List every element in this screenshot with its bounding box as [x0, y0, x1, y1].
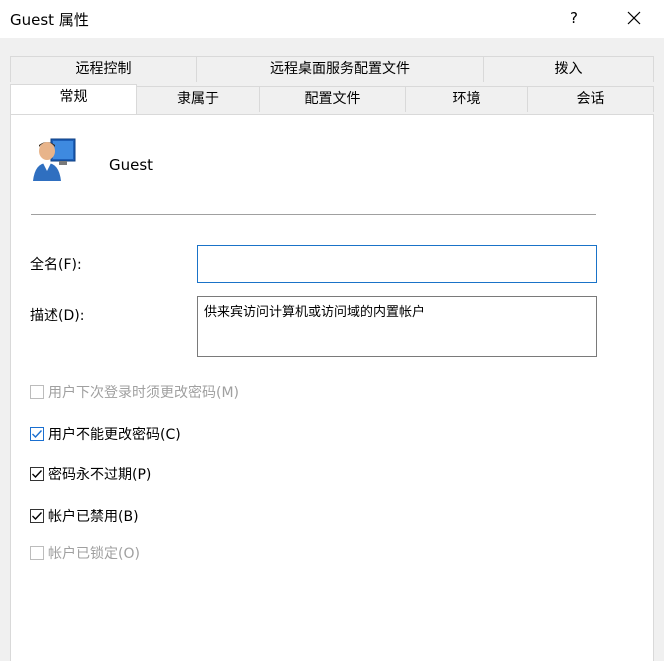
checkbox-label: 用户不能更改密码(C)	[48, 427, 181, 443]
checkbox-box[interactable]	[30, 509, 44, 523]
divider	[31, 214, 596, 215]
checkbox-label: 帐户已禁用(B)	[48, 509, 139, 525]
fullname-label: 全名(F):	[30, 257, 82, 273]
general-panel: Guest 全名(F): 描述(D): 供来宾访问计算机或访问域的内置帐户 用户…	[10, 114, 654, 661]
checkbox-password-never-expires[interactable]: 密码永不过期(P)	[30, 464, 151, 484]
description-field[interactable]: 供来宾访问计算机或访问域的内置帐户	[197, 296, 597, 357]
title-bar: Guest 属性 ?	[0, 0, 664, 38]
checkmark-icon	[32, 512, 43, 521]
checkbox-label: 帐户已锁定(O)	[48, 546, 140, 562]
checkbox-label: 密码永不过期(P)	[48, 467, 152, 483]
checkmark-icon	[32, 430, 43, 439]
tab-general[interactable]: 常规	[10, 84, 137, 114]
user-name: Guest	[109, 156, 154, 174]
checkbox-box[interactable]	[30, 385, 44, 399]
tab-environment[interactable]: 环境	[405, 86, 528, 112]
tab-member-of[interactable]: 隶属于	[136, 86, 260, 112]
tab-remote-control[interactable]: 远程控制	[10, 56, 197, 82]
checkbox-account-locked[interactable]: 帐户已锁定(O)	[30, 543, 140, 563]
checkbox-cannot-change-password[interactable]: 用户不能更改密码(C)	[30, 424, 181, 444]
tab-sessions[interactable]: 会话	[527, 86, 654, 112]
tab-profile[interactable]: 配置文件	[259, 86, 406, 112]
fullname-field[interactable]	[197, 245, 597, 283]
checkmark-icon	[32, 470, 43, 479]
checkbox-account-disabled[interactable]: 帐户已禁用(B)	[30, 506, 139, 526]
window-title: Guest 属性	[10, 11, 89, 29]
user-icon	[33, 138, 76, 181]
checkbox-box[interactable]	[30, 546, 44, 560]
checkbox-box[interactable]	[30, 427, 44, 441]
help-button[interactable]: ?	[562, 5, 586, 31]
description-label: 描述(D):	[30, 308, 85, 324]
tab-rds-profile[interactable]: 远程桌面服务配置文件	[196, 56, 484, 82]
close-button[interactable]	[620, 5, 648, 31]
tab-dial-in[interactable]: 拨入	[483, 56, 654, 82]
checkbox-label: 用户下次登录时须更改密码(M)	[48, 385, 240, 401]
checkbox-must-change-password[interactable]: 用户下次登录时须更改密码(M)	[30, 382, 239, 402]
checkbox-box[interactable]	[30, 467, 44, 481]
close-icon	[627, 11, 641, 25]
